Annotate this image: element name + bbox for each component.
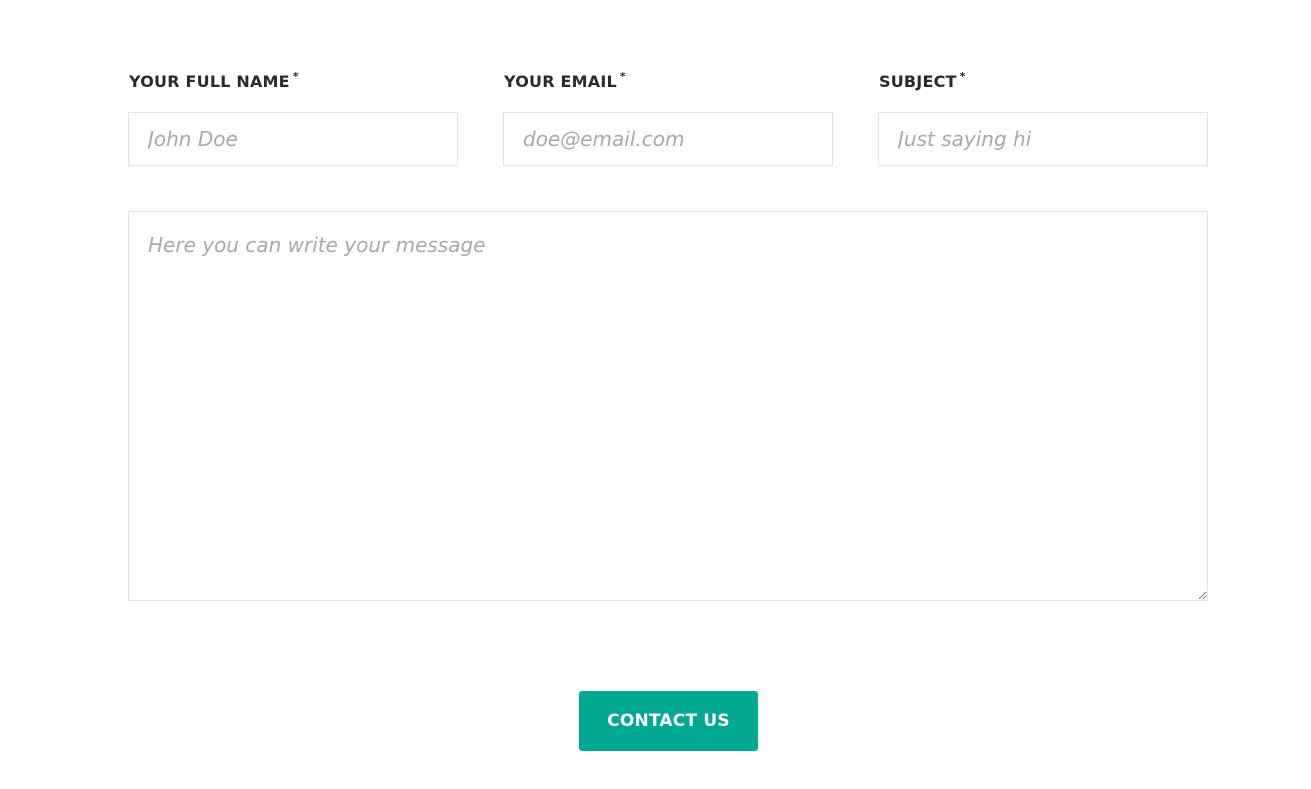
- required-asterisk: *: [959, 70, 966, 83]
- full-name-label: YOUR FULL NAME *: [128, 66, 458, 96]
- required-asterisk: *: [292, 70, 299, 83]
- email-input[interactable]: [503, 112, 833, 166]
- email-field-group: YOUR EMAIL *: [503, 66, 833, 166]
- email-label: YOUR EMAIL *: [503, 66, 833, 96]
- subject-field-group: SUBJECT *: [878, 66, 1208, 166]
- full-name-input[interactable]: [128, 112, 458, 166]
- message-textarea[interactable]: [128, 211, 1208, 601]
- full-name-label-text: YOUR FULL NAME: [129, 72, 290, 91]
- subject-label-text: SUBJECT: [879, 72, 957, 91]
- subject-input[interactable]: [878, 112, 1208, 166]
- contact-us-button[interactable]: CONTACT US: [579, 691, 758, 751]
- required-asterisk: *: [619, 70, 626, 83]
- subject-label: SUBJECT *: [878, 66, 1208, 96]
- full-name-field-group: YOUR FULL NAME *: [128, 66, 458, 166]
- email-label-text: YOUR EMAIL: [504, 72, 617, 91]
